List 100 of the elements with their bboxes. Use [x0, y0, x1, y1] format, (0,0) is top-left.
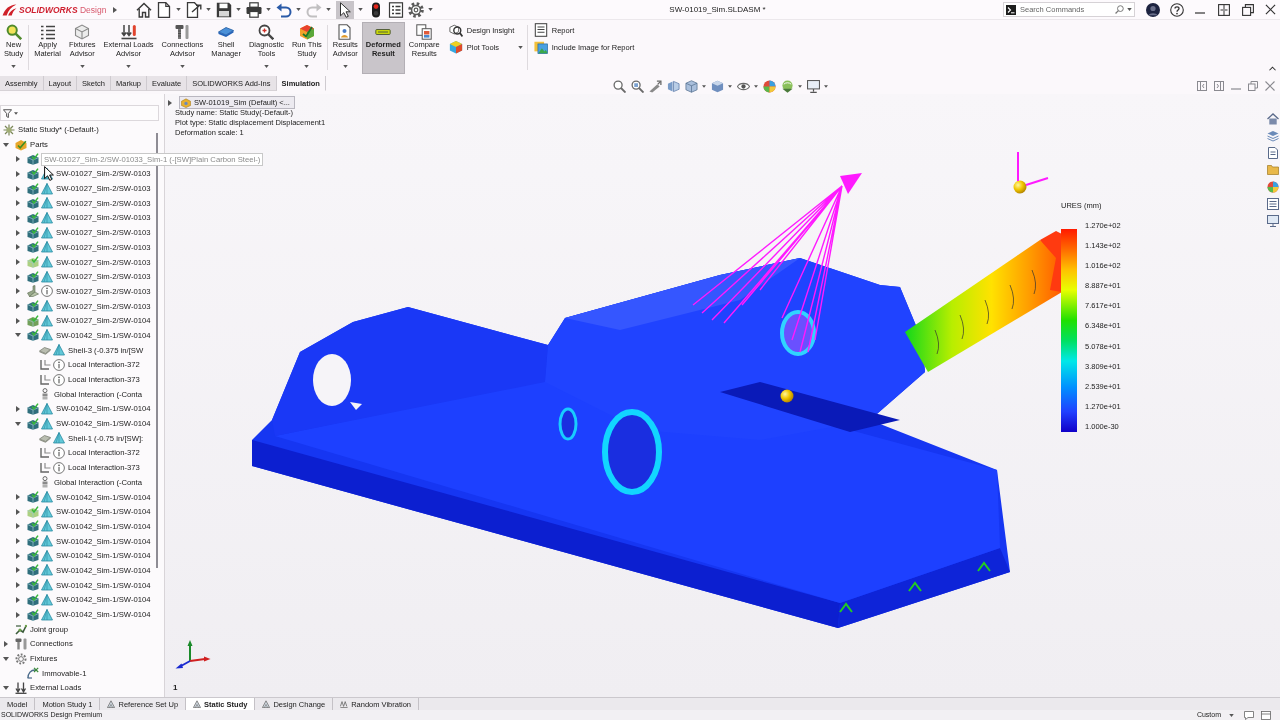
caret-right-icon[interactable]: [16, 200, 20, 207]
undo-icon[interactable]: [276, 1, 292, 18]
home-icon[interactable]: [136, 1, 152, 18]
list-icon[interactable]: [1267, 198, 1279, 210]
caret-down-icon[interactable]: [206, 8, 211, 11]
caret-up-icon[interactable]: [1269, 66, 1276, 71]
results-document-icon: [337, 24, 354, 40]
caret-down-icon[interactable]: [798, 85, 802, 88]
caret-down-icon[interactable]: [179, 65, 185, 68]
caret-right-icon[interactable]: [16, 229, 20, 236]
app-logo: SOLIDWORKS Design: [19, 4, 107, 15]
list-icon: [39, 24, 56, 40]
zoom-icon[interactable]: [613, 80, 626, 93]
caret-down-icon[interactable]: [3, 142, 9, 147]
interaction-bracket-icon: [39, 446, 51, 459]
caret-right-icon[interactable]: [16, 259, 20, 266]
caret-down-icon[interactable]: [176, 8, 181, 11]
appearance-sphere-icon[interactable]: [763, 80, 776, 93]
caret-right-icon[interactable]: [113, 6, 117, 13]
restore-icon[interactable]: [1242, 3, 1254, 16]
comment-icon[interactable]: [1244, 710, 1254, 720]
caret-down-icon[interactable]: [702, 85, 706, 88]
caret-right-icon[interactable]: [16, 567, 20, 574]
print-icon[interactable]: [246, 1, 262, 18]
minimize-icon[interactable]: [1195, 11, 1205, 14]
pointer-icon[interactable]: [336, 0, 354, 19]
caret-right-icon[interactable]: [16, 508, 20, 515]
monitor-icon[interactable]: [807, 80, 820, 93]
mesh-pyramid-icon: [41, 549, 53, 562]
caret-right-icon[interactable]: [16, 244, 20, 251]
caret-down-icon[interactable]: [14, 112, 18, 115]
caret-down-icon[interactable]: [517, 45, 523, 49]
caret-down-icon[interactable]: [754, 85, 758, 88]
dock-right-icon[interactable]: [1214, 81, 1224, 91]
list-icon[interactable]: [388, 1, 404, 18]
caret-right-icon[interactable]: [16, 185, 20, 192]
caret-right-icon[interactable]: [16, 214, 20, 221]
home-icon[interactable]: [1267, 113, 1279, 125]
caret-down-icon[interactable]: [3, 656, 9, 661]
caret-right-icon[interactable]: [16, 611, 20, 618]
display-style-icon[interactable]: [711, 80, 724, 93]
caret-down-icon[interactable]: [358, 8, 363, 11]
caret-down-icon[interactable]: [266, 8, 271, 11]
caret-right-icon[interactable]: [16, 317, 20, 324]
caret-down-icon[interactable]: [263, 65, 269, 68]
view-cube-icon[interactable]: [685, 80, 698, 93]
caret-right-icon[interactable]: [16, 552, 20, 559]
settings-icon[interactable]: [408, 1, 424, 18]
plate-icon: [218, 24, 235, 40]
caret-right-icon[interactable]: [16, 538, 20, 545]
document-icon[interactable]: [1267, 147, 1279, 159]
scene-icon[interactable]: [781, 80, 794, 93]
section-view-icon[interactable]: [667, 80, 680, 93]
caret-down-icon[interactable]: [824, 85, 828, 88]
view-number: 1: [173, 683, 178, 693]
caret-right-icon[interactable]: [168, 99, 172, 106]
cube-outline-icon: [74, 24, 91, 40]
avatar-icon[interactable]: [1146, 2, 1160, 17]
tile-windows-icon[interactable]: [1218, 3, 1230, 16]
caret-right-icon[interactable]: [16, 170, 20, 177]
caret-down-icon[interactable]: [126, 65, 132, 68]
mesh-pyramid-icon: [41, 226, 53, 239]
mesh-pyramid-icon: [41, 300, 53, 313]
caret-right-icon[interactable]: [4, 640, 8, 647]
caret-down-icon[interactable]: [236, 8, 241, 11]
caret-down-icon[interactable]: [11, 65, 17, 68]
save-icon[interactable]: [216, 1, 232, 18]
help-icon[interactable]: [1170, 2, 1184, 17]
caret-down-icon[interactable]: [3, 685, 9, 690]
document-arrow-icon[interactable]: [186, 1, 202, 18]
caret-down-icon[interactable]: [428, 8, 433, 11]
eye-icon[interactable]: [737, 80, 750, 93]
color-wheel-icon[interactable]: [1267, 181, 1279, 193]
caret-right-icon[interactable]: [16, 405, 20, 412]
monitor-icon[interactable]: [1267, 215, 1279, 227]
panel-icon[interactable]: [1261, 710, 1271, 720]
caret-down-icon[interactable]: [304, 65, 310, 68]
caret-down-icon[interactable]: [728, 85, 732, 88]
folder-icon[interactable]: [1267, 164, 1279, 176]
layers-icon[interactable]: [1267, 130, 1279, 142]
scrollbar-thumb[interactable]: [156, 133, 158, 568]
caret-down-icon[interactable]: [79, 65, 85, 68]
caret-right-icon[interactable]: [16, 156, 20, 163]
new-document-icon[interactable]: [156, 1, 172, 18]
caret-down-icon[interactable]: [342, 65, 348, 68]
caret-right-icon[interactable]: [16, 596, 20, 603]
caret-down-icon[interactable]: [296, 8, 301, 11]
caret-right-icon[interactable]: [16, 303, 20, 310]
caret-right-icon[interactable]: [16, 582, 20, 589]
filter-field[interactable]: [0, 105, 159, 121]
caret-right-icon[interactable]: [16, 523, 20, 530]
caret-down-icon[interactable]: [15, 421, 21, 426]
dock-left-icon[interactable]: [1197, 81, 1207, 91]
caret-right-icon[interactable]: [16, 273, 20, 280]
previous-view-icon[interactable]: [649, 80, 662, 93]
caret-down-icon[interactable]: [15, 333, 21, 338]
close-icon[interactable]: [1265, 4, 1276, 15]
zoom-area-icon[interactable]: [631, 80, 644, 93]
caret-right-icon[interactable]: [16, 288, 20, 295]
caret-right-icon[interactable]: [16, 494, 20, 501]
